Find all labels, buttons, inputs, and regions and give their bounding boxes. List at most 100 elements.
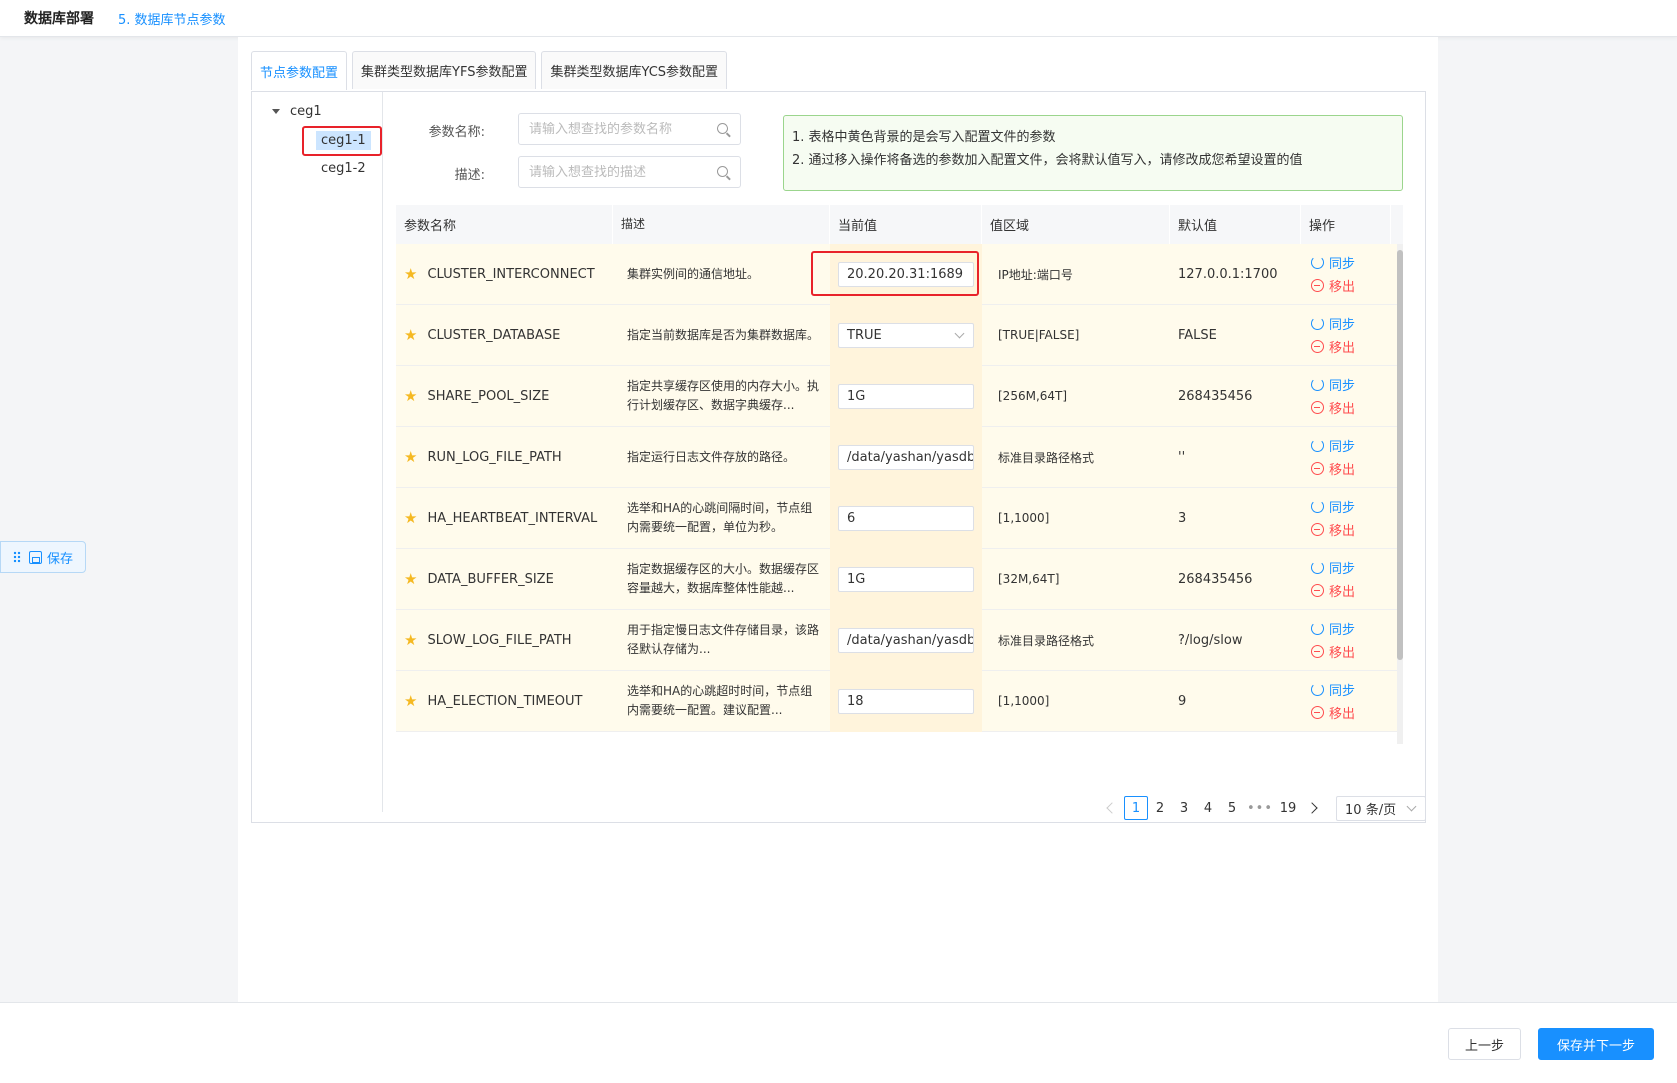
page-5[interactable]: 5 <box>1220 796 1244 820</box>
page-19[interactable]: 19 <box>1276 796 1300 820</box>
node-tree: ceg1 ceg1-1 ceg1-2 <box>252 92 383 812</box>
notice-line-2: 2. 通过移入操作将备选的参数加入配置文件，会将默认值写入，请修改成您希望设置的… <box>792 153 1303 168</box>
value-range: [1,1000] <box>998 694 1050 708</box>
page-size-select[interactable]: 10 条/页 <box>1336 795 1427 821</box>
param-desc: 选举和HA的心跳间隔时间，节点组内需要统一配置，单位为秒。 <box>627 501 813 534</box>
page-3[interactable]: 3 <box>1172 796 1196 820</box>
floating-save-button[interactable]: 保存 <box>0 541 86 573</box>
prev-step-button[interactable]: 上一步 <box>1448 1028 1521 1060</box>
sync-button[interactable]: 同步 <box>1311 314 1355 333</box>
sync-icon <box>1311 439 1324 452</box>
current-value-input[interactable]: /data/yashan/yasdb <box>838 444 974 470</box>
search-icon[interactable] <box>717 123 728 134</box>
param-desc: 指定数据缓存区的大小。数据缓存区容量越大，数据库整体性能越... <box>627 562 820 595</box>
current-value-text: 6 <box>847 510 856 526</box>
sync-button[interactable]: 同步 <box>1311 497 1355 516</box>
param-desc: 用于指定慢日志文件存储目录，该路径默认存储为... <box>627 623 820 656</box>
remove-button[interactable]: 移出 <box>1311 398 1355 417</box>
pagination-next[interactable] <box>1300 796 1324 820</box>
current-value-input[interactable]: 18 <box>838 688 974 714</box>
current-value-text: /data/yashan/yasdb <box>847 449 974 465</box>
tree-root-ceg1[interactable]: ceg1 <box>272 104 322 119</box>
desc-input[interactable] <box>529 164 709 180</box>
chevron-right-icon <box>1306 802 1318 814</box>
remove-button[interactable]: 移出 <box>1311 703 1355 722</box>
search-icon[interactable] <box>717 166 728 177</box>
sync-button[interactable]: 同步 <box>1311 436 1355 455</box>
current-value-input[interactable]: 20.20.20.31:1689 <box>838 261 974 287</box>
scrollbar-thumb[interactable] <box>1397 250 1403 660</box>
sync-label: 同步 <box>1329 318 1356 333</box>
col-header-desc: 描述 <box>613 205 830 244</box>
value-range: 标准目录路径格式 <box>998 633 1095 648</box>
tree-node-ceg1-2[interactable]: ceg1-2 <box>316 159 371 178</box>
tab-ycs-params[interactable]: 集群类型数据库YCS参数配置 <box>541 51 728 89</box>
desc-label: 描述: <box>454 168 485 183</box>
current-value-input[interactable]: /data/yashan/yasdb <box>838 627 974 653</box>
star-icon: ★ <box>404 326 418 344</box>
current-value-input[interactable]: 1G <box>838 566 974 592</box>
col-header-range: 值区域 <box>982 205 1170 244</box>
current-value-cell: 6 <box>830 487 982 549</box>
sync-label: 同步 <box>1329 623 1356 638</box>
remove-button[interactable]: 移出 <box>1311 581 1355 600</box>
remove-button[interactable]: 移出 <box>1311 459 1355 478</box>
default-value: 127.0.0.1:1700 <box>1178 266 1278 282</box>
tree-node-ceg1-1[interactable]: ceg1-1 <box>316 131 371 150</box>
sync-button[interactable]: 同步 <box>1311 375 1355 394</box>
sync-button[interactable]: 同步 <box>1311 619 1355 638</box>
remove-button[interactable]: 移出 <box>1311 276 1355 295</box>
sync-button[interactable]: 同步 <box>1311 253 1355 272</box>
remove-label: 移出 <box>1329 280 1356 295</box>
caret-down-icon[interactable] <box>272 109 280 114</box>
page-2[interactable]: 2 <box>1148 796 1172 820</box>
current-value-text: 1G <box>847 571 866 587</box>
remove-label: 移出 <box>1329 646 1356 661</box>
remove-button[interactable]: 移出 <box>1311 642 1355 661</box>
remove-button[interactable]: 移出 <box>1311 337 1355 356</box>
table-row: ★ SLOW_LOG_FILE_PATH 用于指定慢日志文件存储目录，该路径默认存储… <box>396 609 1403 671</box>
current-value-input[interactable]: 6 <box>838 505 974 531</box>
page-1[interactable]: 1 <box>1124 796 1148 820</box>
default-value: 3 <box>1178 510 1187 526</box>
page-ellipsis[interactable]: ••• <box>1244 796 1276 820</box>
col-header-default: 默认值 <box>1170 205 1301 244</box>
pagination-prev[interactable] <box>1100 796 1124 820</box>
remove-label: 移出 <box>1329 585 1356 600</box>
sync-icon <box>1311 683 1324 696</box>
sync-button[interactable]: 同步 <box>1311 558 1355 577</box>
drag-handle-icon[interactable] <box>13 551 21 563</box>
current-value-select[interactable]: TRUE <box>838 322 974 348</box>
current-value-input[interactable]: 1G <box>838 383 974 409</box>
page-4[interactable]: 4 <box>1196 796 1220 820</box>
default-value: 268435456 <box>1178 571 1253 587</box>
param-name-cell: ★ CLUSTER_DATABASE <box>396 305 613 366</box>
remove-button[interactable]: 移出 <box>1311 520 1355 539</box>
tab-yfs-params[interactable]: 集群类型数据库YFS参数配置 <box>352 51 537 89</box>
desc-search[interactable] <box>518 156 741 188</box>
current-value-cell: 18 <box>830 670 982 732</box>
star-icon: ★ <box>404 570 418 588</box>
minus-circle-icon <box>1311 706 1324 719</box>
value-range: [256M,64T] <box>998 389 1068 403</box>
sync-button[interactable]: 同步 <box>1311 680 1355 699</box>
value-range: [TRUE|FALSE] <box>998 328 1080 342</box>
minus-circle-icon <box>1311 645 1324 658</box>
table-scrollbar[interactable] <box>1397 244 1403 744</box>
param-name-search[interactable] <box>518 113 741 145</box>
tab-panel: ceg1 ceg1-1 ceg1-2 参数名称: 描述: 1. 表格中黄色背景的… <box>251 91 1427 823</box>
param-name-cell: ★ RUN_LOG_FILE_PATH <box>396 427 613 488</box>
sync-label: 同步 <box>1329 562 1356 577</box>
save-and-next-button[interactable]: 保存并下一步 <box>1538 1028 1654 1060</box>
tab-node-params[interactable]: 节点参数配置 <box>251 51 348 90</box>
sync-icon <box>1311 317 1324 330</box>
table-row: ★ RUN_LOG_FILE_PATH 指定运行日志文件存放的路径。 /data/ya… <box>396 426 1403 488</box>
chevron-down-icon <box>1406 801 1417 811</box>
param-name-input[interactable] <box>529 121 709 137</box>
sync-icon <box>1311 561 1324 574</box>
remove-label: 移出 <box>1329 341 1356 356</box>
table-row: ★ CLUSTER_DATABASE 指定当前数据库是否为集群数据库。 TRUE [TR… <box>396 304 1403 366</box>
table-header: 参数名称 描述 当前值 值区域 默认值 操作 <box>396 205 1403 244</box>
actions-cell: 同步 移出 <box>1301 549 1391 610</box>
param-name: SHARE_POOL_SIZE <box>427 388 550 404</box>
